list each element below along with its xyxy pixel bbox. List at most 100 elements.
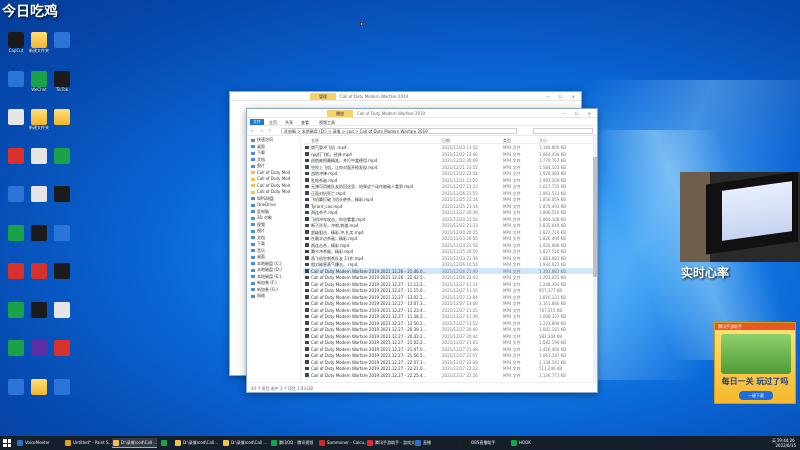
file-date: 2021/12/27 13:04 (442, 294, 478, 300)
clock-date: 2022/6/15 (775, 443, 796, 448)
file-size: 1,856,059 KB (539, 197, 566, 202)
file-date: 2021/12/27 20:39 (442, 210, 478, 215)
video-file-icon (305, 327, 309, 331)
file-date: 2021/12/26 10:54 (442, 262, 478, 267)
scrollbar-thumb[interactable] (593, 157, 597, 277)
desktop-icon[interactable] (49, 147, 75, 170)
taskbar-app-button[interactable]: 腾讯QQ - 腾讯视频 (270, 438, 313, 448)
file-size: 1,890,510 KB (539, 210, 566, 215)
file-size: 1,864,108 KB (539, 216, 566, 222)
desktop-icon[interactable] (49, 340, 75, 362)
file-date: 2021/12/27 21:57 (442, 353, 478, 358)
video-file-icon (305, 145, 309, 149)
app-icon (8, 109, 24, 125)
desktop-icon[interactable] (49, 378, 75, 401)
vertical-scrollbar[interactable] (593, 137, 597, 382)
file-size: 1,664,436 KB (539, 151, 566, 157)
file-list: 名称 日期 类型 大小 燃气管冲飞机 .mp4 2021/12/23 13:52 M… (303, 137, 593, 382)
window-controls[interactable]: ─ ☐ ✕ (563, 111, 595, 116)
game-ad-widget[interactable]: 腾讯手游助手 每日一关 玩过了吗 一键下载 (714, 322, 796, 404)
file-date: 2021/12/27 11:39 (442, 314, 478, 319)
file-name: Call of Duty Modern Warfare 2019 2021.12… (311, 320, 427, 326)
file-name: Call of Duty Modern Warfare 2019 2021.12… (311, 359, 427, 365)
window-titlebar[interactable]: 播放 Call of Duty Modern Warfare 2019 ─ ☐ … (247, 109, 597, 118)
desktop-icon-label (49, 164, 75, 170)
taskbar-app-button[interactable]: D:\录像\cod\Call... (174, 438, 218, 448)
stream-overlay-title: 今日吃鸡 (2, 4, 58, 20)
taskbar-clock[interactable]: 19:44:26 2022/6/15 (775, 438, 796, 448)
file-date: 2021/12/25 21:14 (442, 197, 478, 202)
menu-file[interactable]: 文件 (250, 119, 264, 125)
taskbar-app-button[interactable] (160, 438, 169, 448)
desktop-icon[interactable] (49, 301, 75, 324)
app-icon (54, 263, 70, 279)
file-date: 2021/12/23 13:52 (442, 145, 478, 150)
file-size: 1,870,493 KB (539, 203, 566, 209)
file-size: 1,184,806 KB (539, 145, 566, 150)
nav-pane-item[interactable]: 网络 (247, 293, 300, 300)
video-file-icon (305, 236, 309, 240)
desktop-icon[interactable] (49, 109, 75, 131)
video-file-icon (305, 249, 309, 253)
file-date: 2021/12/27 22:22 (442, 366, 478, 371)
start-windows-icon[interactable] (3, 439, 11, 447)
taskbar-app-button[interactable]: 腾讯手游助手 - 游戏大厅 (366, 438, 419, 448)
file-date: 2021/12/27 20:44 (442, 333, 478, 339)
video-file-icon (305, 340, 309, 344)
file-size: 1,682,190 KB (539, 340, 566, 345)
file-size: 1,826,494 KB (539, 236, 566, 241)
desktop-icon-label (49, 125, 75, 131)
nav-arrows-icon[interactable]: ← → ↑ (251, 128, 274, 133)
app-icon (31, 70, 47, 87)
window-controls[interactable]: ─ ☐ ✕ (547, 94, 579, 99)
file-date: 2021/12/27 11:25 (442, 307, 478, 313)
ad-download-button[interactable]: 一键下载 (739, 391, 773, 400)
app-icon (8, 378, 24, 395)
app-icon (8, 301, 24, 318)
app-icon (54, 224, 70, 241)
file-date: 2021/12/27 13:52 (442, 320, 478, 326)
taskbar-app-button[interactable]: Untitled* - Paint S... (64, 438, 112, 448)
file-type: MP4 文件 (503, 372, 521, 378)
taskbar-app-button[interactable]: VoiceMeeter (16, 438, 50, 448)
window-titlebar[interactable]: 管理 Call of Duty Modern Warfare 2019 ─ ☐ … (230, 92, 581, 101)
taskbar-app-button[interactable]: Summoner - Calcu... (318, 438, 368, 448)
file-size: 1,963,513 KB (539, 190, 566, 196)
file-date: 2021/12/22 20:09 (442, 158, 478, 163)
video-file-icon (305, 204, 309, 208)
video-file-icon (305, 308, 309, 312)
video-file-icon (305, 178, 309, 182)
ad-header: 腾讯手游助手 (715, 323, 795, 330)
file-size: 2,101,880 KB (539, 301, 566, 306)
file-name: Call of Duty Modern Warfare 2019 2021.12… (311, 307, 427, 313)
taskbar-app-button[interactable]: OBS直播助手 (462, 438, 495, 448)
desktop-icon[interactable] (49, 186, 75, 208)
file-date: 2021/12/22 22:54 (442, 171, 478, 176)
desktop-icon[interactable]: TikTok (49, 70, 75, 93)
video-file-icon (305, 282, 309, 286)
desktop-icon[interactable] (49, 224, 75, 247)
file-date: 2021/12/24 21:56 (442, 242, 478, 248)
taskbar-app-button[interactable]: D:\录像\cod\Call ... (112, 438, 158, 448)
desktop-icon-label: TikTok (55, 86, 69, 92)
search-input[interactable] (533, 128, 593, 134)
explorer-window[interactable]: 播放 Call of Duty Modern Warfare 2019 ─ ☐ … (246, 108, 598, 393)
taskbar-app-button[interactable]: HOOK (510, 438, 531, 448)
taskbar: VoiceMeeter Untitled* - Paint S... D:\录像\c… (0, 436, 800, 450)
desktop-icon[interactable] (49, 263, 75, 285)
file-size: 1,835,049 KB (539, 223, 566, 228)
taskbar-app-button[interactable]: 直播 (414, 438, 431, 448)
file-row[interactable]: Call of Duty Modern Warfare 2019 2021.12… (303, 372, 593, 379)
taskbar-app-button[interactable]: D:\录像\cod\Call ... (222, 438, 267, 448)
desktop-icon-label (49, 318, 75, 324)
ribbon-manage-tab[interactable]: 管理 (310, 93, 336, 100)
file-name: Call of Duty Modern Warfare 2019 2021.12… (311, 372, 427, 378)
desktop-icon[interactable] (49, 32, 75, 54)
address-path[interactable]: 此电脑 > 本地磁盘 (D:) > 录像 > cod > Call of Dut… (281, 128, 517, 134)
file-name: Call of Duty Modern Warfare 2019 2021.12… (311, 366, 427, 371)
app-icon (31, 301, 47, 318)
video-file-icon (305, 184, 309, 188)
ribbon-play-tab[interactable]: 播放 (327, 110, 353, 117)
video-file-icon (305, 275, 309, 279)
file-date: 2021/12/22 13:46 (442, 151, 478, 157)
